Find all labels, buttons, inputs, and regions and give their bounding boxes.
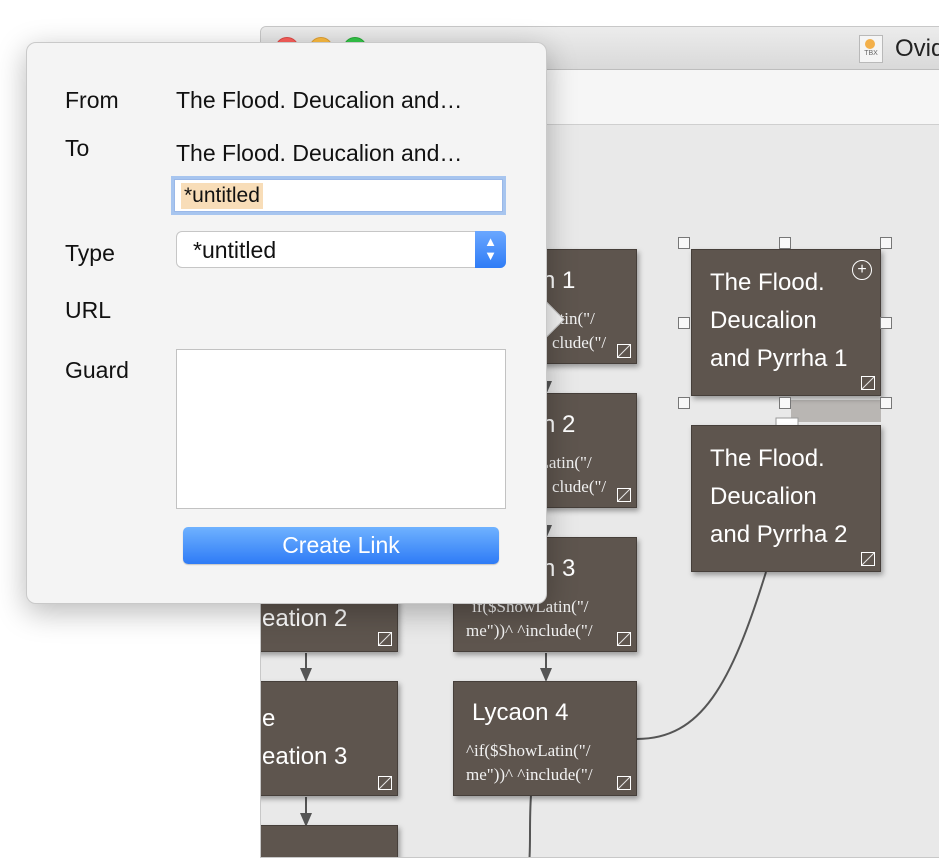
node-code: me"))^ ^include("/ [466, 621, 593, 640]
node-title: and Pyrrha 1 [710, 345, 848, 372]
resize-corner-icon[interactable] [617, 632, 631, 646]
link-line [636, 571, 767, 740]
selection-handle[interactable] [880, 397, 892, 409]
to-value: The Flood. Deucalion and… [176, 140, 463, 166]
link-popover: From The Flood. Deucalion and… To The Fl… [26, 42, 547, 604]
from-value: The Flood. Deucalion and… [176, 87, 463, 113]
link-name-input[interactable]: *untitled [174, 179, 503, 212]
selection-handle[interactable] [880, 317, 892, 329]
link-line [528, 794, 532, 857]
note-node[interactable] [261, 825, 398, 857]
node-title: n 3 [542, 555, 576, 582]
note-node[interactable]: The Flood. Deucalion and Pyrrha 2 [691, 425, 881, 572]
resize-corner-icon[interactable] [378, 632, 392, 646]
selection-handle[interactable] [779, 397, 791, 409]
url-label: URL [65, 297, 112, 323]
link-type-select[interactable]: *untitled ▲ ▼ [176, 231, 506, 268]
add-link-icon[interactable]: + [852, 260, 872, 280]
resize-corner-icon[interactable] [617, 488, 631, 502]
select-stepper-icon[interactable]: ▲ ▼ [475, 231, 506, 268]
guard-textarea[interactable] [176, 349, 506, 509]
window-title: Ovid [895, 35, 939, 62]
selection-handle[interactable] [880, 237, 892, 249]
node-code: clude("/ [552, 333, 607, 352]
node-title: The Flood. [710, 445, 825, 472]
link-name-value: *untitled [181, 183, 263, 209]
note-node[interactable]: Lycaon 4 ^if($ShowLatin("/ me"))^ ^inclu… [453, 681, 637, 796]
type-label: Type [65, 240, 115, 266]
document-icon: TBX [859, 35, 883, 63]
node-title: eation 3 [262, 743, 348, 770]
selection-handle[interactable] [678, 397, 690, 409]
arrow-head [540, 668, 552, 682]
to-label: To [65, 135, 90, 161]
link-drag-shadow [791, 400, 881, 422]
node-code: me"))^ ^include("/ [466, 765, 593, 784]
note-node[interactable]: e eation 3 [261, 681, 398, 796]
resize-corner-icon[interactable] [617, 776, 631, 790]
selection-handle[interactable] [779, 237, 791, 249]
from-label: From [65, 87, 119, 113]
node-title: The Flood. [710, 269, 825, 296]
selection-handle[interactable] [678, 237, 690, 249]
create-link-button[interactable]: Create Link [183, 527, 499, 564]
node-code: ^if($ShowLatin("/ [466, 741, 591, 760]
guard-label: Guard [65, 357, 129, 383]
resize-corner-icon[interactable] [861, 376, 875, 390]
node-code: clude("/ [552, 477, 607, 496]
node-title: e [262, 705, 276, 732]
link-type-value: *untitled [193, 237, 277, 263]
node-title: Lycaon 4 [472, 699, 569, 726]
arrow-head [300, 668, 312, 682]
node-title: and Pyrrha 2 [710, 521, 848, 548]
node-title: eation 2 [262, 605, 348, 632]
node-title: n 1 [542, 267, 576, 294]
selection-handle[interactable] [678, 317, 690, 329]
note-node-selected[interactable]: The Flood. Deucalion and Pyrrha 1 + [691, 249, 881, 396]
node-title: Deucalion [710, 483, 817, 510]
node-title: Deucalion [710, 307, 817, 334]
node-title: n 2 [542, 411, 576, 438]
resize-corner-icon[interactable] [378, 776, 392, 790]
resize-corner-icon[interactable] [861, 552, 875, 566]
resize-corner-icon[interactable] [617, 344, 631, 358]
